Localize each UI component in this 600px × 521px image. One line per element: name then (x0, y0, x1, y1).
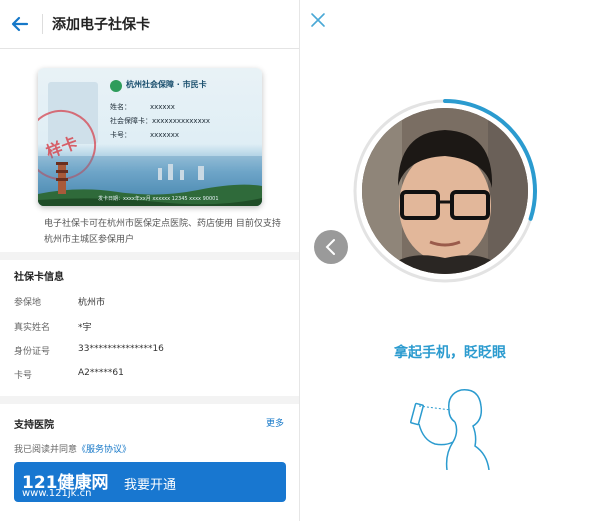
supported-hospitals-title: 支持医院 (14, 420, 54, 431)
section-gap (0, 252, 300, 260)
card-field-name: 姓名： xxxxxx (110, 103, 175, 111)
card-footer-text: 发卡日期：xxxx年xx月 xxxxxx 12345 xxxx 90001 (98, 196, 219, 202)
face-scan-instruction: 拿起手机，眨眨眼 (394, 345, 506, 361)
header-divider (42, 14, 43, 34)
watermark-url: www.121jk.cn (22, 488, 92, 499)
page-title: 添加电子社保卡 (52, 17, 150, 33)
chevron-left-icon (325, 239, 335, 255)
card-logo-icon (110, 80, 122, 92)
app-header: 添加电子社保卡 (0, 0, 300, 49)
blink-illustration (410, 389, 490, 470)
social-security-card-sample: 杭州社会保障 · 市民卡 姓名： xxxxxx 社会保障卡：xxxxxxxxxxx… (38, 68, 262, 206)
camera-face-image (362, 108, 528, 274)
face-verification-panel: 拿起手机，眨眨眼 (300, 0, 600, 521)
social-card-panel: 添加电子社保卡 杭州社会保障 · 市民卡 姓名： xxxxxx 社会保障卡：xxx… (0, 0, 300, 521)
section-gap (0, 396, 300, 404)
back-arrow-icon[interactable] (10, 14, 30, 34)
card-info-title: 社保卡信息 (14, 272, 64, 283)
usage-notice: 电子社保卡可在杭州市医保定点医院、药店使用 目前仅支持杭州市主城区参保用户 (44, 219, 281, 245)
card-field-number: 卡号： xxxxxxx (110, 131, 179, 139)
card-org-name: 杭州社会保障 · 市民卡 (126, 80, 207, 89)
face-scan-frame (350, 96, 540, 286)
open-button-label: 我要开通 (124, 478, 177, 493)
service-agreement-link[interactable]: 《服务协议》 (77, 445, 131, 455)
close-icon[interactable] (310, 12, 326, 28)
previous-button[interactable] (314, 230, 348, 264)
agreement-text: 我已阅读并同意《服务协议》 (14, 445, 132, 455)
card-field-ssn: 社会保障卡：xxxxxxxxxxxxxx (110, 117, 210, 125)
more-hospitals-link[interactable]: 更多 (266, 416, 284, 429)
